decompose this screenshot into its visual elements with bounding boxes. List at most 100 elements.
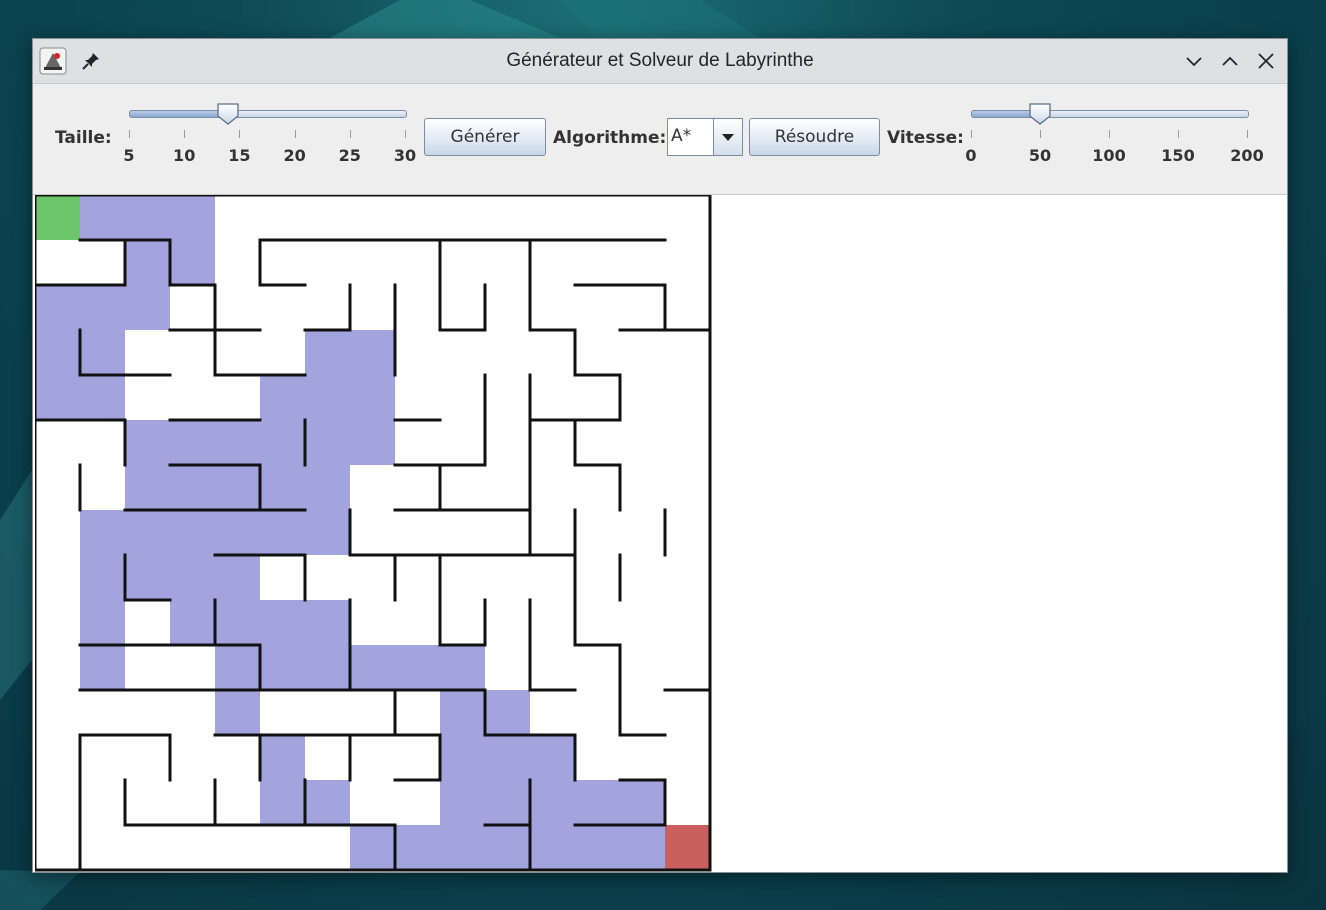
solution-path-cell [305, 510, 350, 555]
slider-tick-label: 0 [965, 146, 977, 165]
solution-path-cell [350, 825, 395, 870]
solution-path-cell [215, 510, 260, 555]
solution-path-cell [80, 555, 125, 600]
toolbar: Taille: 5 10 15 20 25 30 Générer Algorithme: … [33, 84, 1287, 195]
close-icon[interactable] [1255, 50, 1277, 72]
solution-path-cell [395, 645, 440, 690]
solution-path-cell [125, 195, 170, 240]
solution-path-cell [125, 240, 170, 285]
solution-path-cell [80, 195, 125, 240]
solution-path-cell [305, 645, 350, 690]
slider-tick [239, 130, 241, 138]
solution-path-cell [395, 825, 440, 870]
speed-label: Vitesse: [887, 128, 964, 148]
algorithm-value: A* [671, 126, 692, 146]
slider-tick [129, 130, 130, 138]
solution-path-cell [125, 285, 170, 330]
slider-tick [349, 130, 351, 138]
chevron-down-icon[interactable] [713, 119, 742, 155]
solution-path-cell [125, 555, 170, 600]
algorithm-select[interactable]: A* [667, 118, 743, 156]
solution-path-cell [485, 690, 530, 735]
slider-tick [1040, 130, 1041, 138]
generate-button[interactable]: Générer [424, 118, 546, 156]
slider-tick [1247, 130, 1248, 138]
solution-path-cell [80, 330, 125, 375]
solution-path-cell [80, 375, 125, 420]
slider-fill [129, 110, 231, 118]
solution-path-cell [215, 555, 260, 600]
size-label: Taille: [55, 128, 112, 148]
solution-path-cell [260, 735, 305, 780]
slider-tick-label: 100 [1092, 146, 1126, 165]
slider-tick [184, 130, 186, 138]
slider-tick [294, 130, 296, 138]
slider-thumb[interactable] [216, 102, 240, 126]
window-title: Générateur et Solveur de Labyrinthe [506, 50, 814, 71]
solution-path-cell [575, 780, 620, 825]
slider-tick [405, 130, 406, 138]
solution-path-cell [260, 420, 305, 465]
solution-path-cell [305, 330, 350, 375]
minimize-icon[interactable] [1183, 50, 1205, 72]
slider-tick [971, 130, 972, 138]
solution-path-cell [35, 285, 80, 330]
slider-tick [1109, 130, 1110, 138]
title-bar: Générateur et Solveur de Labyrinthe [33, 39, 1287, 84]
solution-path-cell [350, 420, 395, 465]
solution-path-cell [35, 330, 80, 375]
solution-path-cell [80, 285, 125, 330]
solution-path-cell [305, 465, 350, 510]
solution-path-cell [260, 465, 305, 510]
speed-slider[interactable]: 0 50 100 150 200 [965, 100, 1265, 180]
solution-path-cell [440, 825, 485, 870]
maze-panel [33, 195, 1287, 872]
solution-path-cell [620, 780, 665, 825]
slider-tick-label: 25 [338, 146, 361, 165]
solution-path-cell [350, 330, 395, 375]
slider-thumb[interactable] [1028, 102, 1052, 126]
solution-path-cell [485, 825, 530, 870]
solution-path-cell [260, 780, 305, 825]
solution-path-cell [260, 375, 305, 420]
solution-path-cell [485, 780, 530, 825]
solution-path-cell [80, 510, 125, 555]
solution-path-cell [170, 465, 215, 510]
solution-path-cell [305, 780, 350, 825]
start-cell [35, 195, 80, 240]
app-window: Générateur et Solveur de Labyrinthe Tail… [32, 38, 1288, 873]
solution-path-cell [170, 555, 215, 600]
solution-path-cell [125, 510, 170, 555]
solution-path-cell [215, 600, 260, 645]
solution-path-cell [440, 645, 485, 690]
slider-tick [1178, 130, 1179, 138]
slider-tick-label: 30 [393, 146, 417, 165]
solution-path-cell [485, 735, 530, 780]
maze-canvas [35, 195, 712, 872]
solution-path-cell [260, 510, 305, 555]
solution-path-cell [530, 825, 575, 870]
end-cell [665, 825, 710, 870]
maximize-icon[interactable] [1219, 50, 1241, 72]
slider-tick-label: 5 [123, 146, 135, 165]
solution-path-cell [530, 780, 575, 825]
solution-path-cell [530, 735, 575, 780]
solution-path-cell [170, 195, 215, 240]
algorithm-label: Algorithme: [553, 128, 667, 148]
slider-tick-label: 15 [228, 146, 251, 165]
solution-path-cell [440, 735, 485, 780]
solution-path-cell [350, 645, 395, 690]
solution-path-cell [305, 600, 350, 645]
solution-path-cell [125, 465, 170, 510]
slider-tick-label: 200 [1230, 146, 1264, 165]
solution-path-cell [170, 600, 215, 645]
slider-tick-label: 20 [283, 146, 306, 165]
solution-path-cell [215, 465, 260, 510]
solution-path-cell [260, 600, 305, 645]
solution-path-cell [620, 825, 665, 870]
solution-path-cell [125, 420, 170, 465]
solution-path-cell [260, 645, 305, 690]
solution-path-cell [170, 420, 215, 465]
size-slider[interactable]: 5 10 15 20 25 30 [123, 100, 423, 180]
solve-button[interactable]: Résoudre [749, 118, 880, 156]
